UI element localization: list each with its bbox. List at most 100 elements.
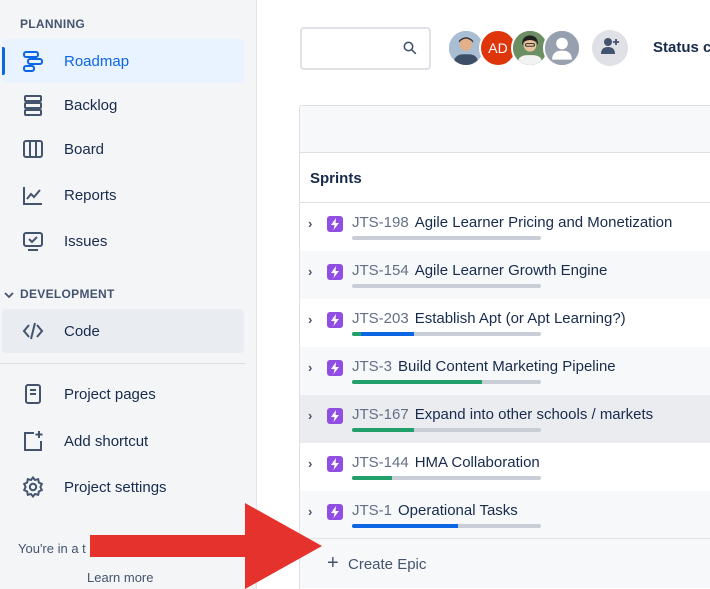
sidebar-item-label: Board [64,140,105,158]
epic-key: JTS-198 [352,214,409,231]
epic-summary: Operational Tasks [398,502,518,519]
epic-summary: Agile Learner Pricing and Monetization [414,214,673,231]
sidebar-item-roadmap[interactable]: Roadmap [2,39,244,83]
search-icon [403,41,417,60]
epic-title[interactable]: JTS-3 Build Content Marketing Pipeline [352,358,616,375]
epic-key: JTS-154 [352,262,409,279]
epic-progress-bar [352,476,541,480]
epic-progress-bar [352,428,541,432]
planning-section-title: PLANNING [20,17,86,31]
epic-row[interactable]: › JTS-203 Establish Apt (or Apt Learning?… [300,299,710,347]
code-icon [22,320,44,342]
sidebar-divider [0,363,245,364]
board-icon [22,138,44,160]
backlog-icon [22,94,44,116]
epic-title[interactable]: JTS-198 Agile Learner Pricing and Monetiz… [352,214,672,231]
epic-row[interactable]: › JTS-198 Agile Learner Pricing and Monet… [300,203,710,251]
epic-key: JTS-1 [352,502,393,519]
status-category-filter[interactable]: Status c [653,39,710,56]
progress-done [352,476,392,480]
project-sidebar: PLANNING Roadmap Backlog Board Reports I… [0,0,257,589]
epic-summary: Build Content Marketing Pipeline [398,358,616,375]
epic-icon [327,408,343,424]
issues-icon [22,230,44,252]
active-indicator [2,47,5,75]
epic-icon [327,456,343,472]
create-epic-label: Create Epic [348,556,427,573]
epic-title[interactable]: JTS-1 Operational Tasks [352,502,518,519]
epic-icon [327,504,343,520]
roadmap-grid: Sprints › JTS-198 Agile Learner Pricing a… [299,105,710,589]
progress-in-progress [361,332,415,336]
sidebar-item-label: Roadmap [64,52,130,70]
epic-row[interactable]: › JTS-3 Build Content Marketing Pipeline [300,347,710,395]
epic-progress-bar [352,524,541,528]
epic-key: JTS-167 [352,406,409,423]
epic-summary: HMA Collaboration [414,454,540,471]
chevron-down-icon[interactable] [4,287,14,305]
epic-icon [327,360,343,376]
jira-roadmap-page: PLANNING Roadmap Backlog Board Reports I… [0,0,710,589]
sidebar-item-reports[interactable]: Reports [2,173,244,217]
create-epic-button[interactable]: + Create Epic [300,538,710,588]
chevron-right-icon[interactable]: › [308,456,312,471]
epic-summary: Expand into other schools / markets [414,406,654,423]
epic-row[interactable]: › JTS-1 Operational Tasks [300,491,710,539]
epic-progress-bar [352,284,541,288]
sidebar-item-label: Code [64,322,100,340]
sidebar-item-issues[interactable]: Issues [2,219,244,263]
add-person-icon [600,37,620,60]
sidebar-item-label: Issues [64,232,108,250]
gear-icon [22,476,44,498]
reports-icon [22,184,44,206]
avatar-initials: AD [488,40,508,56]
development-section-title: DEVELOPMENT [20,287,115,301]
chevron-right-icon[interactable]: › [308,312,312,327]
sprints-label: Sprints [310,170,362,187]
chevron-right-icon[interactable]: › [308,408,312,423]
sidebar-item-add-shortcut[interactable]: Add shortcut [2,419,244,463]
roadmap-timeline-header [300,106,710,153]
team-managed-notice: You're in a t [18,541,86,556]
sidebar-item-board[interactable]: Board [2,127,244,171]
epic-row[interactable]: › JTS-154 Agile Learner Growth Engine [300,251,710,299]
epic-icon [327,264,343,280]
progress-done [352,332,362,336]
epic-title[interactable]: JTS-203 Establish Apt (or Apt Learning?) [352,310,626,327]
sidebar-item-project-pages[interactable]: Project pages [2,372,244,416]
sidebar-item-label: Project pages [64,385,156,403]
epic-row[interactable]: › JTS-167 Expand into other schools / mar… [300,395,710,443]
chevron-right-icon[interactable]: › [308,264,312,279]
epic-key: JTS-3 [352,358,393,375]
sidebar-item-label: Project settings [64,478,167,496]
epic-progress-bar [352,380,541,384]
add-people-button[interactable] [592,30,628,66]
chevron-right-icon[interactable]: › [308,216,312,231]
sidebar-item-label: Backlog [64,96,118,114]
epic-title[interactable]: JTS-144 HMA Collaboration [352,454,540,471]
sidebar-item-label: Add shortcut [64,432,149,450]
sprints-row[interactable]: Sprints [300,153,710,203]
chevron-right-icon[interactable]: › [308,360,312,375]
search-input[interactable] [300,27,431,70]
epic-icon [327,312,343,328]
epic-title[interactable]: JTS-154 Agile Learner Growth Engine [352,262,607,279]
sidebar-item-label: Reports [64,186,117,204]
epic-progress-bar [352,332,541,336]
progress-in-progress [352,524,458,528]
roadmap-icon [22,50,44,72]
epic-key: JTS-203 [352,310,409,327]
annotation-arrow-icon [90,503,322,589]
epic-title[interactable]: JTS-167 Expand into other schools / marke… [352,406,653,423]
plus-icon: + [327,552,339,574]
epic-progress-bar [352,236,541,240]
avatar[interactable] [543,29,581,67]
add-shortcut-icon [22,430,44,452]
epic-icon [327,216,343,232]
sidebar-item-code[interactable]: Code [2,309,244,353]
epic-row[interactable]: › JTS-144 HMA Collaboration [300,443,710,491]
epic-summary: Agile Learner Growth Engine [414,262,608,279]
page-icon [22,383,44,405]
sidebar-item-backlog[interactable]: Backlog [2,83,244,127]
epic-summary: Establish Apt (or Apt Learning?) [414,310,626,327]
